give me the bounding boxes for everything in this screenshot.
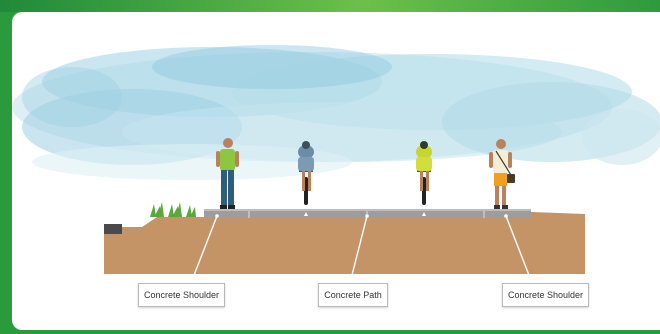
soil-embankment [104,212,585,274]
diagram-frame: Concrete Shoulder Concrete Path Concrete… [12,12,660,330]
grass-tufts [150,202,196,217]
cyclist-right-icon [416,141,432,216]
cyclist-left-icon [298,141,314,216]
label-concrete-shoulder-right: Concrete Shoulder [502,283,589,307]
top-accent-bar [0,0,660,12]
label-concrete-shoulder-left: Concrete Shoulder [138,283,225,307]
kerb-block [104,224,122,234]
label-concrete-path: Concrete Path [318,283,388,307]
sky-watercolor [12,45,660,180]
